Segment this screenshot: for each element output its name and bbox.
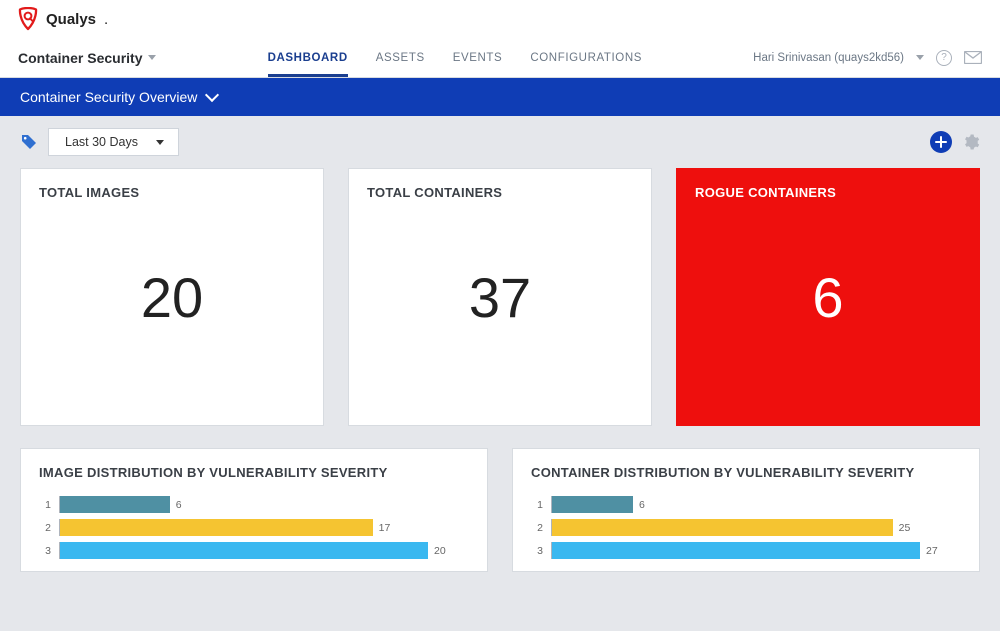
app-switcher[interactable]: Container Security xyxy=(18,50,142,66)
card-title: ROGUE CONTAINERS xyxy=(677,169,979,200)
bar-chart: 1 6 2 25 3 27 xyxy=(513,480,979,559)
chart-cards: IMAGE DISTRIBUTION BY VULNERABILITY SEVE… xyxy=(0,426,1000,572)
brand-name: Qualys xyxy=(46,11,96,28)
overview-chevron-icon xyxy=(205,88,219,102)
nav-dashboard[interactable]: DASHBOARD xyxy=(268,38,348,77)
bar-fill xyxy=(59,519,373,536)
tag-icon[interactable] xyxy=(20,133,38,151)
bar-category: 3 xyxy=(531,545,543,557)
bar-value: 27 xyxy=(926,545,938,557)
bar-row: 2 17 xyxy=(39,519,469,536)
mail-icon[interactable] xyxy=(964,51,982,64)
card-value: 6 xyxy=(677,200,979,425)
nav-configurations[interactable]: CONFIGURATIONS xyxy=(530,38,642,77)
add-button[interactable] xyxy=(930,131,952,153)
time-range-select[interactable]: Last 30 Days xyxy=(48,128,179,156)
select-chevron-icon xyxy=(156,140,164,145)
chevron-down-icon[interactable] xyxy=(148,55,156,60)
bar-category: 2 xyxy=(531,522,543,534)
bar-value: 6 xyxy=(176,499,182,511)
chart-container-distribution: CONTAINER DISTRIBUTION BY VULNERABILITY … xyxy=(512,448,980,572)
overview-bar[interactable]: Container Security Overview xyxy=(0,78,1000,116)
bar-fill xyxy=(551,496,633,513)
bar-fill xyxy=(551,519,893,536)
nav-assets[interactable]: ASSETS xyxy=(376,38,425,77)
card-total-images[interactable]: TOTAL IMAGES 20 xyxy=(20,168,324,426)
bar-fill xyxy=(59,542,428,559)
bar-value: 25 xyxy=(899,522,911,534)
bar-category: 2 xyxy=(39,522,51,534)
card-title: TOTAL IMAGES xyxy=(21,169,323,200)
card-total-containers[interactable]: TOTAL CONTAINERS 37 xyxy=(348,168,652,426)
bar-category: 1 xyxy=(531,499,543,511)
bar-category: 1 xyxy=(39,499,51,511)
bar-fill xyxy=(59,496,170,513)
brand-bar: Qualys . xyxy=(0,0,1000,38)
bar-category: 3 xyxy=(39,545,51,557)
bar-row: 1 6 xyxy=(531,496,961,513)
user-chevron-down-icon[interactable] xyxy=(916,55,924,60)
card-title: TOTAL CONTAINERS xyxy=(349,169,651,200)
card-rogue-containers[interactable]: ROGUE CONTAINERS 6 xyxy=(676,168,980,426)
nav-tabs: DASHBOARD ASSETS EVENTS CONFIGURATIONS xyxy=(156,38,753,77)
card-value: 20 xyxy=(21,200,323,425)
bar-fill xyxy=(551,542,920,559)
gear-icon[interactable] xyxy=(962,133,980,151)
chart-title: CONTAINER DISTRIBUTION BY VULNERABILITY … xyxy=(513,449,979,480)
filter-row: Last 30 Days xyxy=(0,116,1000,168)
nav-right: Hari Srinivasan (quays2kd56) ? xyxy=(753,50,982,66)
brand-dot: . xyxy=(104,11,108,28)
bar-row: 3 20 xyxy=(39,542,469,559)
bar-value: 20 xyxy=(434,545,446,557)
help-icon[interactable]: ? xyxy=(936,50,952,66)
bar-value: 6 xyxy=(639,499,645,511)
time-range-label: Last 30 Days xyxy=(65,135,138,149)
chart-title: IMAGE DISTRIBUTION BY VULNERABILITY SEVE… xyxy=(21,449,487,480)
bar-row: 1 6 xyxy=(39,496,469,513)
bar-chart: 1 6 2 17 3 20 xyxy=(21,480,487,559)
card-value: 37 xyxy=(349,200,651,425)
main-nav: Container Security DASHBOARD ASSETS EVEN… xyxy=(0,38,1000,78)
bar-row: 3 27 xyxy=(531,542,961,559)
qualys-logo-icon xyxy=(18,7,38,31)
stat-cards: TOTAL IMAGES 20 TOTAL CONTAINERS 37 ROGU… xyxy=(0,168,1000,426)
bar-value: 17 xyxy=(379,522,391,534)
overview-title: Container Security Overview xyxy=(20,89,197,105)
user-display[interactable]: Hari Srinivasan (quays2kd56) xyxy=(753,52,904,64)
chart-image-distribution: IMAGE DISTRIBUTION BY VULNERABILITY SEVE… xyxy=(20,448,488,572)
bar-row: 2 25 xyxy=(531,519,961,536)
nav-events[interactable]: EVENTS xyxy=(453,38,503,77)
